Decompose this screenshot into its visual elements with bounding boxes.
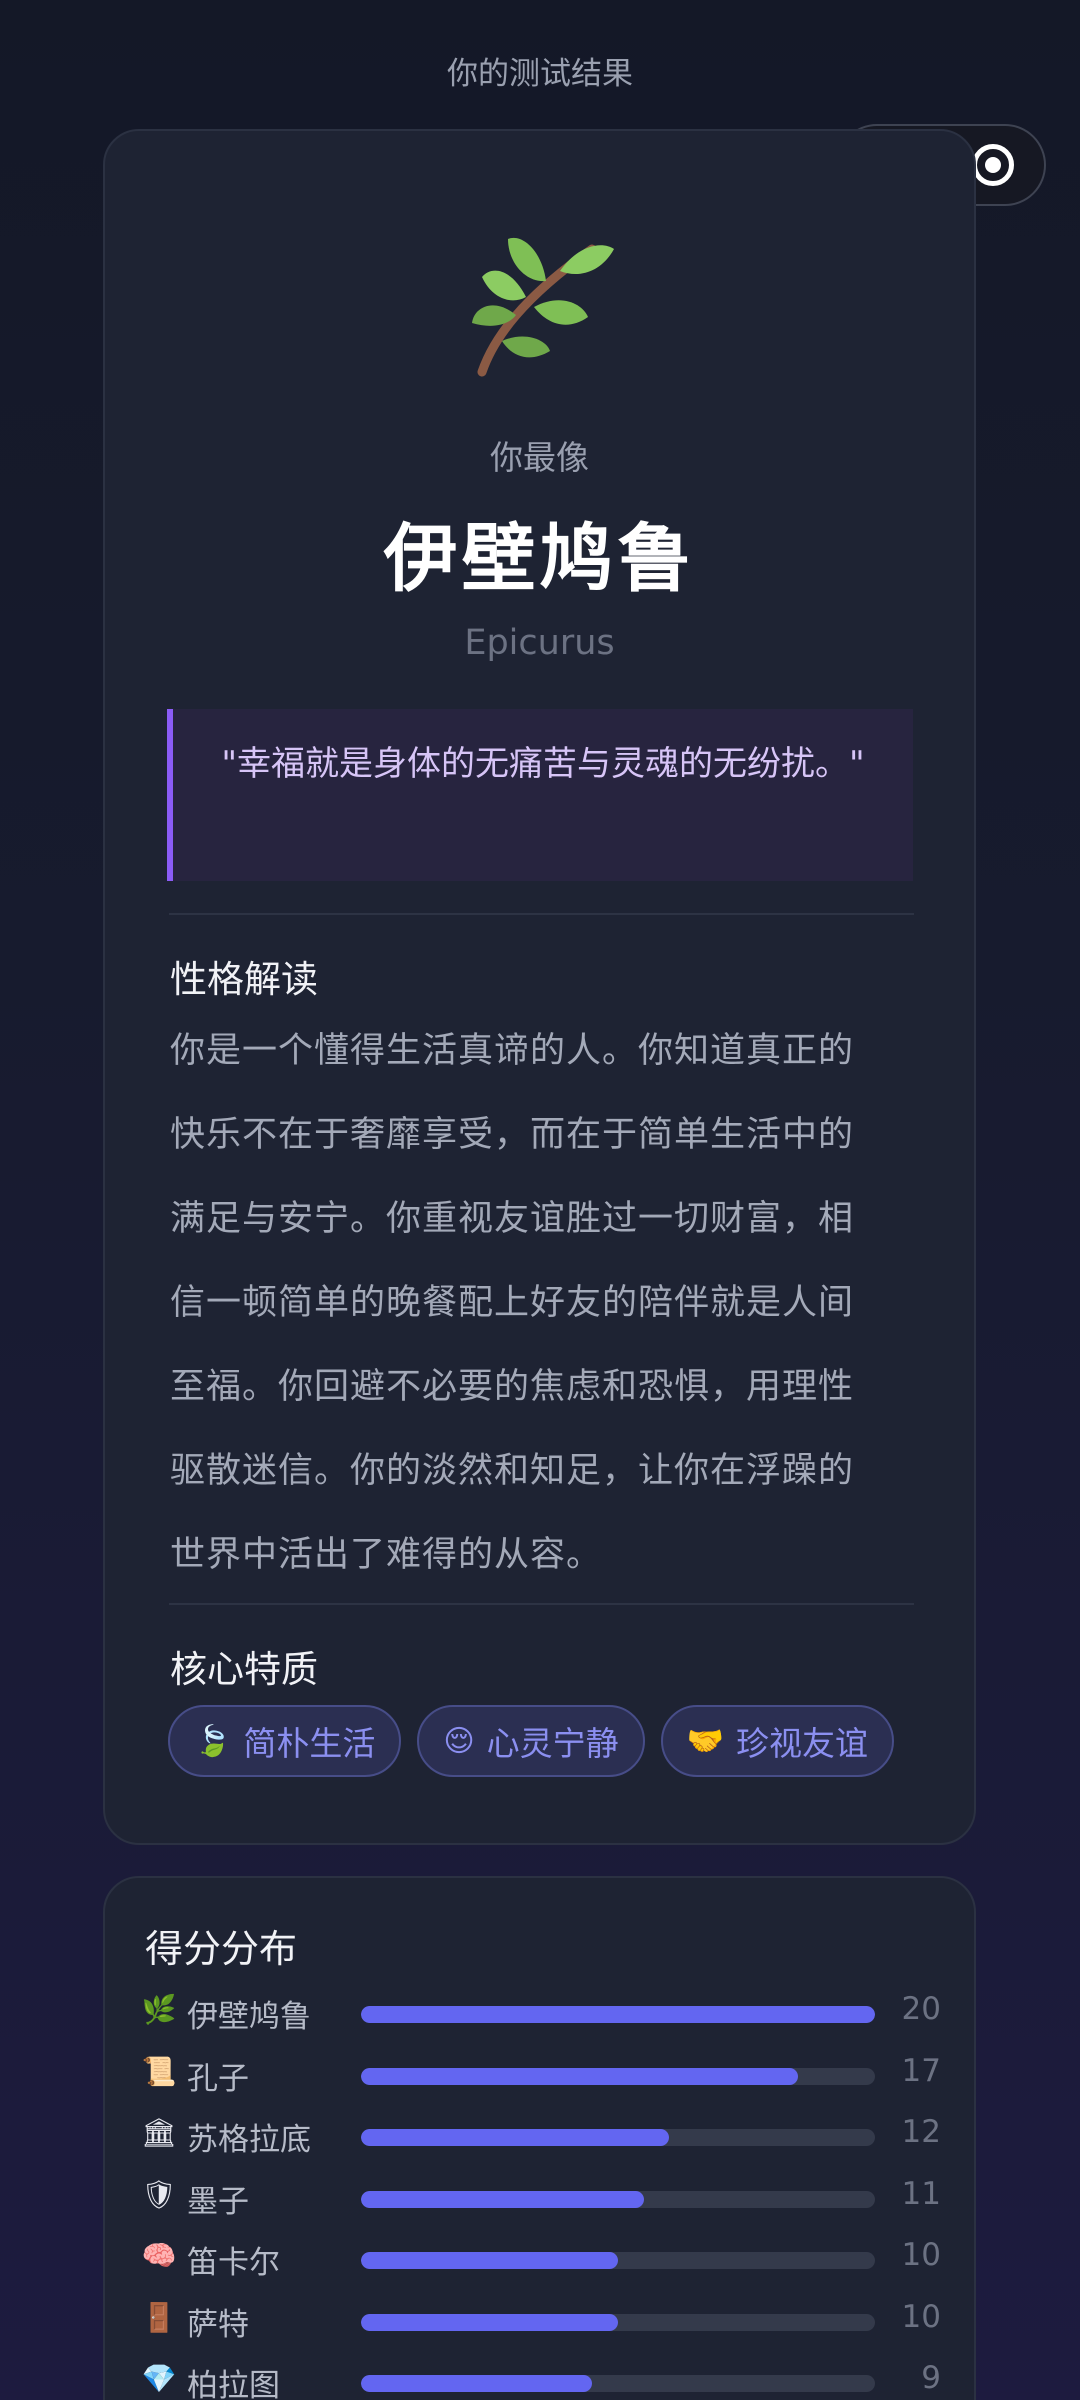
handshake-icon: 🤝 bbox=[686, 1723, 724, 1759]
score-value: 10 bbox=[901, 2237, 941, 2273]
score-name: 孔子 bbox=[187, 2060, 249, 2097]
score-row: 🌿 伊壁鸠鲁 20 bbox=[141, 1989, 941, 2037]
score-bar-fill bbox=[361, 2190, 644, 2208]
personality-text: 你是一个懂得生活真谛的人。你知道真正的快乐不在于奢靡享受，而在于简单生活中的满足… bbox=[170, 1031, 855, 1575]
page-title: 你的测试结果 bbox=[447, 56, 633, 92]
trait-label: 珍视友谊 bbox=[736, 1724, 868, 1763]
quote-block: "幸福就是身体的无痛苦与灵魂的无纷扰。" bbox=[167, 709, 913, 881]
philosopher-name-en: Epicurus bbox=[464, 623, 615, 663]
relieved-face-icon: 😌 bbox=[443, 1723, 475, 1759]
score-value: 10 bbox=[901, 2298, 941, 2335]
philosopher-name: 伊壁鸠鲁 bbox=[383, 516, 696, 602]
score-title: 得分分布 bbox=[145, 1927, 298, 1971]
score-name: 笛卡尔 bbox=[187, 2245, 280, 2281]
classical-building-icon: 🏛 bbox=[141, 2116, 177, 2149]
score-name: 苏格拉底 bbox=[187, 2122, 311, 2158]
score-bar-fill bbox=[361, 2375, 593, 2392]
shield-icon: 🛡 bbox=[141, 2177, 177, 2211]
score-row: 💎 柏拉图 9 bbox=[141, 2358, 941, 2400]
result-card: 你最像 伊壁鸠鲁 Epicurus "幸福就是身体的无痛苦与灵魂的无纷扰。" 性… bbox=[103, 129, 976, 1845]
score-bar-fill bbox=[361, 2252, 618, 2269]
score-bar-track bbox=[361, 2190, 875, 2208]
score-name: 伊壁鸠鲁 bbox=[187, 1999, 311, 2035]
score-bar-track bbox=[361, 2006, 875, 2023]
score-bar-fill bbox=[361, 2129, 670, 2146]
score-value: 17 bbox=[901, 2052, 941, 2089]
door-icon: 🚪 bbox=[141, 2300, 177, 2334]
score-name: 墨子 bbox=[187, 2183, 249, 2220]
score-row: 🛡 墨子 11 bbox=[141, 2174, 941, 2222]
score-bar-track bbox=[361, 2129, 875, 2146]
trait-tag: 😌 心灵宁静 bbox=[417, 1705, 645, 1777]
score-bar-fill bbox=[361, 2067, 798, 2085]
trait-label: 心灵宁静 bbox=[486, 1724, 619, 1763]
target-circle-icon[interactable] bbox=[972, 144, 1014, 186]
score-bar-fill bbox=[361, 2313, 618, 2331]
traits-title: 核心特质 bbox=[170, 1648, 318, 1691]
trait-tag: 🍃 简朴生活 bbox=[168, 1705, 402, 1777]
result-lead: 你最像 bbox=[490, 438, 589, 477]
score-name: 柏拉图 bbox=[187, 2368, 280, 2400]
score-bar-fill bbox=[361, 2006, 875, 2023]
score-value: 12 bbox=[901, 2114, 941, 2150]
trait-tag: 🤝 珍视友谊 bbox=[660, 1705, 894, 1777]
score-row: 🚪 萨特 10 bbox=[141, 2297, 941, 2345]
score-bar-track bbox=[361, 2375, 875, 2392]
scroll-icon: 📜 bbox=[141, 2054, 177, 2088]
leaf-branch-icon bbox=[472, 237, 614, 377]
score-row: 🧠 笛卡尔 10 bbox=[141, 2235, 941, 2283]
leaf-icon: 🍃 bbox=[194, 1723, 232, 1759]
traits-list: 🍃 简朴生活 😌 心灵宁静 🤝 珍视友谊 bbox=[168, 1705, 894, 1777]
score-row: 📜 孔子 17 bbox=[141, 2051, 941, 2099]
herb-icon: 🌿 bbox=[141, 1993, 177, 2026]
score-row: 🏛 苏格拉底 12 bbox=[141, 2112, 941, 2160]
score-value: 20 bbox=[901, 1991, 941, 2027]
divider bbox=[169, 913, 914, 915]
trait-label: 简朴生活 bbox=[243, 1724, 376, 1763]
gem-icon: 💎 bbox=[141, 2362, 177, 2395]
score-name: 萨特 bbox=[187, 2306, 249, 2343]
personality-title: 性格解读 bbox=[170, 958, 318, 1001]
score-card: 得分分布 🌿 伊壁鸠鲁 20 📜 孔子 17 🏛 苏格拉底 12 🛡 墨子 11 🧠 笛卡尔 10 🚪 萨特 10… bbox=[103, 1876, 976, 2400]
score-value: 11 bbox=[901, 2175, 941, 2212]
score-value: 9 bbox=[921, 2360, 941, 2396]
result-page: 你的测试结果 你最像 伊壁鸠鲁 Epicurus "幸福就是身体的无痛苦与灵魂的… bbox=[0, 0, 1080, 2400]
score-bar-track bbox=[361, 2252, 875, 2269]
brain-icon: 🧠 bbox=[141, 2239, 177, 2272]
score-bar-track bbox=[361, 2067, 875, 2085]
score-bar-track bbox=[361, 2313, 875, 2331]
divider bbox=[169, 1603, 914, 1605]
